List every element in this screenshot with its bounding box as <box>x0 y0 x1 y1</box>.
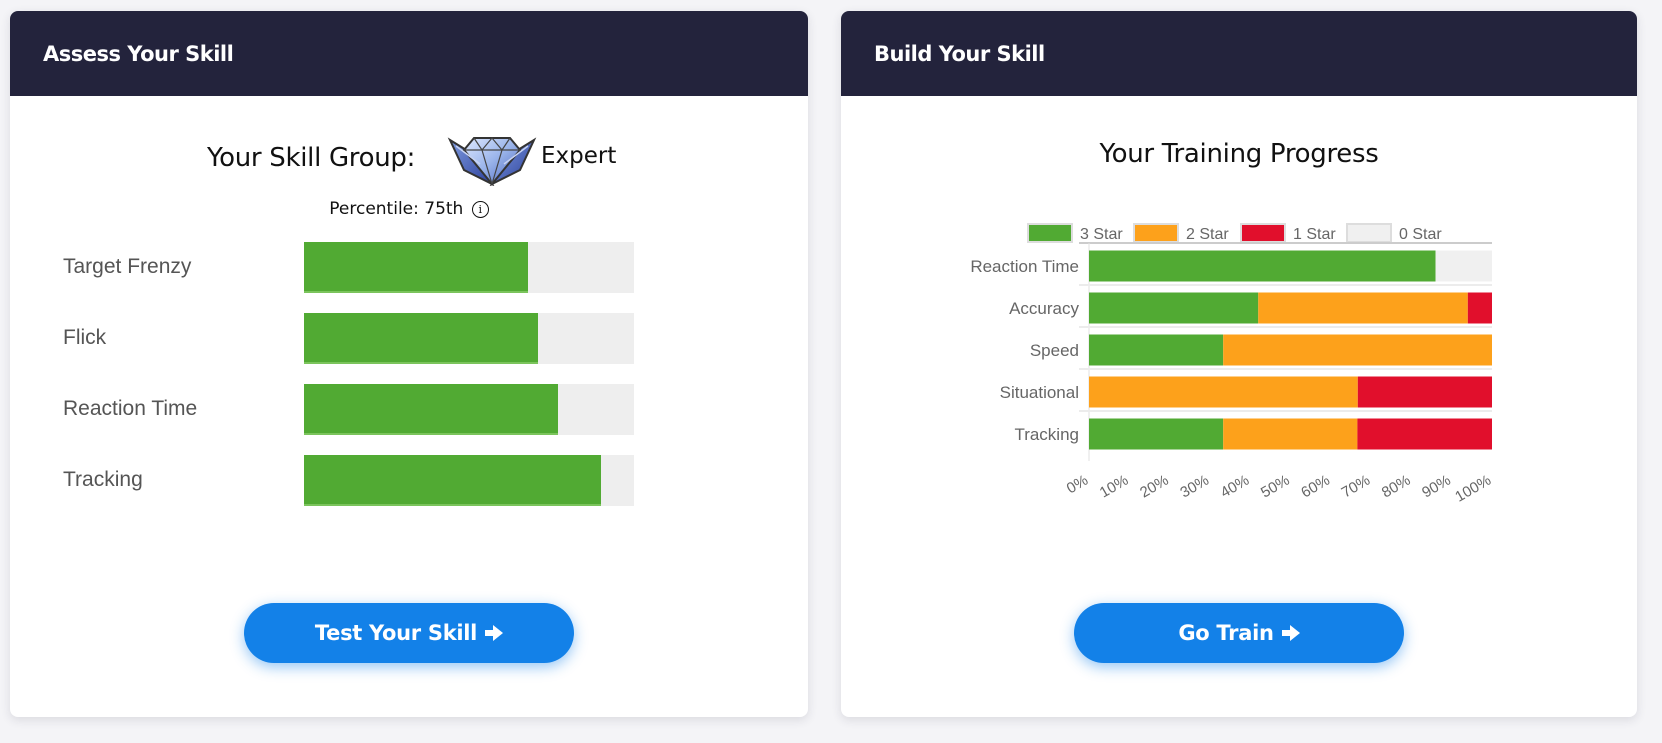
x-tick-label: 50% <box>1258 472 1293 502</box>
skill-bar-track <box>304 455 634 506</box>
bar-segment <box>1223 418 1358 450</box>
skill-group-label: Your Skill Group: <box>207 143 416 173</box>
bar-segment <box>1089 376 1358 408</box>
bar-segment <box>1435 250 1492 282</box>
skill-bar-track <box>304 313 634 364</box>
assess-skill-card: Assess Your Skill Your Skill Group: Expe… <box>10 11 808 717</box>
legend-label: 0 Star <box>1399 226 1442 243</box>
test-your-skill-label: Test Your Skill <box>314 621 478 645</box>
bar-segment <box>1089 334 1224 366</box>
legend-swatch <box>1346 223 1392 243</box>
skill-row: Reaction Time <box>10 384 808 435</box>
skill-bar-fill <box>304 242 529 293</box>
skill-row: Flick <box>10 313 808 364</box>
x-tick-label: 30% <box>1177 472 1212 502</box>
bar-segment <box>1223 334 1492 366</box>
skill-bar-fill <box>304 313 539 364</box>
go-train-label: Go Train <box>1178 621 1274 645</box>
x-tick-label: 90% <box>1419 472 1454 502</box>
category-label: Situational <box>1000 383 1079 402</box>
assess-card-header: Assess Your Skill <box>10 11 808 96</box>
legend-label: 3 Star <box>1080 226 1123 243</box>
x-tick-label: 10% <box>1097 472 1132 502</box>
skill-bar-track <box>304 384 634 435</box>
x-tick-label: 0% <box>1064 472 1091 498</box>
skill-group-row: Your Skill Group: Expert <box>10 126 808 186</box>
x-tick-label: 60% <box>1298 472 1333 502</box>
skill-bar-track <box>304 242 634 293</box>
percentile-text: Percentile: 75th <box>329 199 464 219</box>
training-progress-chart: 3 Star 2 Star 1 Star 0 Star Reaction Time Acc… <box>970 223 1494 506</box>
bar-segment <box>1258 292 1468 324</box>
skill-label: Tracking <box>63 468 143 491</box>
legend-swatch <box>1027 223 1073 243</box>
skill-row: Tracking <box>10 455 808 506</box>
x-tick-label: 100% <box>1452 472 1494 506</box>
skill-row: Target Frenzy <box>10 242 808 293</box>
test-your-skill-button[interactable]: Test Your Skill <box>244 603 574 663</box>
skill-label: Target Frenzy <box>63 255 192 278</box>
category-label: Reaction Time <box>970 257 1079 276</box>
bar-segment <box>1089 250 1436 282</box>
bar-segment <box>1089 418 1224 450</box>
x-tick-label: 70% <box>1339 472 1374 502</box>
assess-card-title: Assess Your Skill <box>43 41 234 66</box>
legend-label: 1 Star <box>1293 226 1336 243</box>
skill-bar-fill <box>304 384 559 435</box>
skill-bar-fill <box>304 455 601 506</box>
bar-segment <box>1089 292 1259 324</box>
go-train-button[interactable]: Go Train <box>1074 603 1404 663</box>
skill-label: Reaction Time <box>63 397 198 420</box>
arrow-right-icon <box>1281 625 1300 641</box>
x-tick-label: 20% <box>1137 472 1172 502</box>
arrow-right-icon <box>485 625 504 641</box>
category-label: Speed <box>1030 341 1079 360</box>
legend-swatch <box>1240 223 1286 243</box>
skill-group-name: Expert <box>541 143 617 169</box>
bar-segment <box>1467 292 1492 324</box>
skill-label: Flick <box>63 326 107 349</box>
category-label: Accuracy <box>1009 299 1079 318</box>
info-icon[interactable]: i <box>471 201 489 218</box>
x-tick-label: 80% <box>1379 472 1414 502</box>
bar-segment <box>1357 376 1492 408</box>
bar-segment <box>1357 418 1492 450</box>
diamond-wings-badge-icon <box>447 137 537 186</box>
category-label: Tracking <box>1014 425 1079 444</box>
build-skill-card: Build Your Skill Your Training Progress … <box>841 11 1637 717</box>
legend-swatch <box>1133 223 1179 243</box>
legend-label: 2 Star <box>1186 226 1229 243</box>
x-tick-label: 40% <box>1218 472 1253 502</box>
percentile-line: Percentile: 75th i <box>10 199 808 219</box>
